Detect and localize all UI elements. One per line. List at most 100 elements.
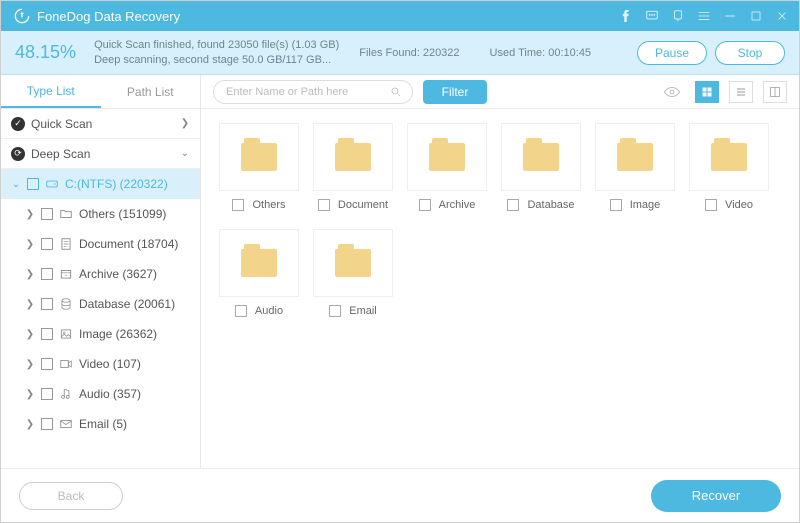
- folder-card[interactable]: Video: [689, 123, 769, 211]
- files-found: Files Found: 220322: [359, 47, 459, 59]
- toolbar: Filter: [201, 75, 799, 109]
- close-icon[interactable]: [769, 1, 795, 31]
- folder-card[interactable]: Document: [313, 123, 393, 211]
- preview-icon[interactable]: [663, 83, 681, 101]
- checkbox[interactable]: [41, 358, 53, 370]
- checkbox[interactable]: [41, 388, 53, 400]
- folder-label: Others: [252, 199, 285, 211]
- archive-icon: [59, 267, 73, 281]
- view-list-button[interactable]: [729, 81, 753, 103]
- tree-item-audio[interactable]: ❯ Audio (357): [1, 379, 200, 409]
- chevron-right-icon: ❯: [25, 299, 35, 310]
- checkbox[interactable]: [41, 268, 53, 280]
- checkbox[interactable]: [27, 178, 39, 190]
- checkbox[interactable]: [235, 305, 247, 317]
- main-panel: Filter Others Document Archive Database Imag…: [201, 75, 799, 468]
- menu-icon[interactable]: [691, 1, 717, 31]
- used-time: Used Time: 00:10:45: [490, 47, 592, 59]
- tree-item-archive[interactable]: ❯ Archive (3627): [1, 259, 200, 289]
- tree-item-database[interactable]: ❯ Database (20061): [1, 289, 200, 319]
- database-icon: [59, 297, 73, 311]
- chevron-right-icon: ❯: [25, 209, 35, 220]
- folder-thumbnail: [313, 229, 393, 297]
- folder-thumbnail: [595, 123, 675, 191]
- tab-path-list[interactable]: Path List: [101, 75, 201, 108]
- audio-icon: [59, 387, 73, 401]
- folder-label: Email: [349, 305, 377, 317]
- search-box[interactable]: [213, 80, 413, 104]
- folder-thumbnail: [313, 123, 393, 191]
- folder-card[interactable]: Archive: [407, 123, 487, 211]
- folder-card[interactable]: Others: [219, 123, 299, 211]
- stop-button[interactable]: Stop: [715, 41, 785, 65]
- checkbox[interactable]: [41, 328, 53, 340]
- chevron-right-icon: ❯: [25, 359, 35, 370]
- tree-item-others[interactable]: ❯ Others (151099): [1, 199, 200, 229]
- status-line-2: Deep scanning, second stage 50.0 GB/117 …: [94, 53, 339, 68]
- tree-item-video[interactable]: ❯ Video (107): [1, 349, 200, 379]
- checkbox[interactable]: [232, 199, 244, 211]
- checkbox[interactable]: [318, 199, 330, 211]
- folder-thumbnail: [407, 123, 487, 191]
- image-icon: [59, 327, 73, 341]
- drive-row[interactable]: ⌄ C:(NTFS) (220322): [1, 169, 200, 199]
- folder-icon: [59, 207, 73, 221]
- quick-scan-section[interactable]: Quick Scan ❯: [1, 109, 200, 139]
- chevron-down-icon: ⌄: [180, 148, 190, 159]
- checkbox[interactable]: [41, 208, 53, 220]
- filter-button[interactable]: Filter: [423, 80, 487, 104]
- app-logo-icon: [13, 7, 31, 25]
- app-window: FoneDog Data Recovery 48.15% Quick Scan …: [0, 0, 800, 523]
- folder-icon: [241, 143, 277, 171]
- search-input[interactable]: [226, 86, 390, 98]
- checkbox[interactable]: [41, 418, 53, 430]
- search-icon: [390, 86, 402, 98]
- folder-label: Archive: [439, 199, 476, 211]
- folder-card[interactable]: Database: [501, 123, 581, 211]
- chevron-right-icon: ❯: [25, 419, 35, 430]
- folder-card[interactable]: Image: [595, 123, 675, 211]
- minimize-icon[interactable]: [717, 1, 743, 31]
- chevron-right-icon: ❯: [25, 389, 35, 400]
- checkbox[interactable]: [419, 199, 431, 211]
- checkbox[interactable]: [610, 199, 622, 211]
- feedback-icon[interactable]: [639, 1, 665, 31]
- grid: Others Document Archive Database Image Video A…: [201, 109, 799, 468]
- checkbox[interactable]: [41, 238, 53, 250]
- chevron-right-icon: ❯: [25, 269, 35, 280]
- folder-label: Video: [725, 199, 753, 211]
- folder-card[interactable]: Audio: [219, 229, 299, 317]
- maximize-icon[interactable]: [743, 1, 769, 31]
- document-icon: [59, 237, 73, 251]
- check-icon: [11, 117, 25, 131]
- tree: Quick Scan ❯ Deep Scan ⌄ ⌄ C:(NTFS) (220…: [1, 109, 200, 468]
- view-grid-button[interactable]: [695, 81, 719, 103]
- folder-icon: [335, 249, 371, 277]
- folder-thumbnail: [501, 123, 581, 191]
- tab-type-list[interactable]: Type List: [1, 75, 101, 108]
- folder-icon: [523, 143, 559, 171]
- drive-icon: [45, 177, 59, 191]
- folder-label: Audio: [255, 305, 283, 317]
- folder-icon: [429, 143, 465, 171]
- tree-item-email[interactable]: ❯ Email (5): [1, 409, 200, 439]
- folder-icon: [617, 143, 653, 171]
- folder-icon: [241, 249, 277, 277]
- view-split-button[interactable]: [763, 81, 787, 103]
- checkbox[interactable]: [507, 199, 519, 211]
- folder-label: Database: [527, 199, 574, 211]
- pin-icon[interactable]: [665, 1, 691, 31]
- tree-item-document[interactable]: ❯ Document (18704): [1, 229, 200, 259]
- recover-button[interactable]: Recover: [651, 480, 781, 512]
- back-button[interactable]: Back: [19, 482, 123, 510]
- checkbox[interactable]: [329, 305, 341, 317]
- pause-button[interactable]: Pause: [637, 41, 707, 65]
- folder-card[interactable]: Email: [313, 229, 393, 317]
- folder-thumbnail: [689, 123, 769, 191]
- checkbox[interactable]: [41, 298, 53, 310]
- tree-item-image[interactable]: ❯ Image (26362): [1, 319, 200, 349]
- facebook-icon[interactable]: [613, 1, 639, 31]
- deep-scan-section[interactable]: Deep Scan ⌄: [1, 139, 200, 169]
- checkbox[interactable]: [705, 199, 717, 211]
- chevron-right-icon: ❯: [25, 329, 35, 340]
